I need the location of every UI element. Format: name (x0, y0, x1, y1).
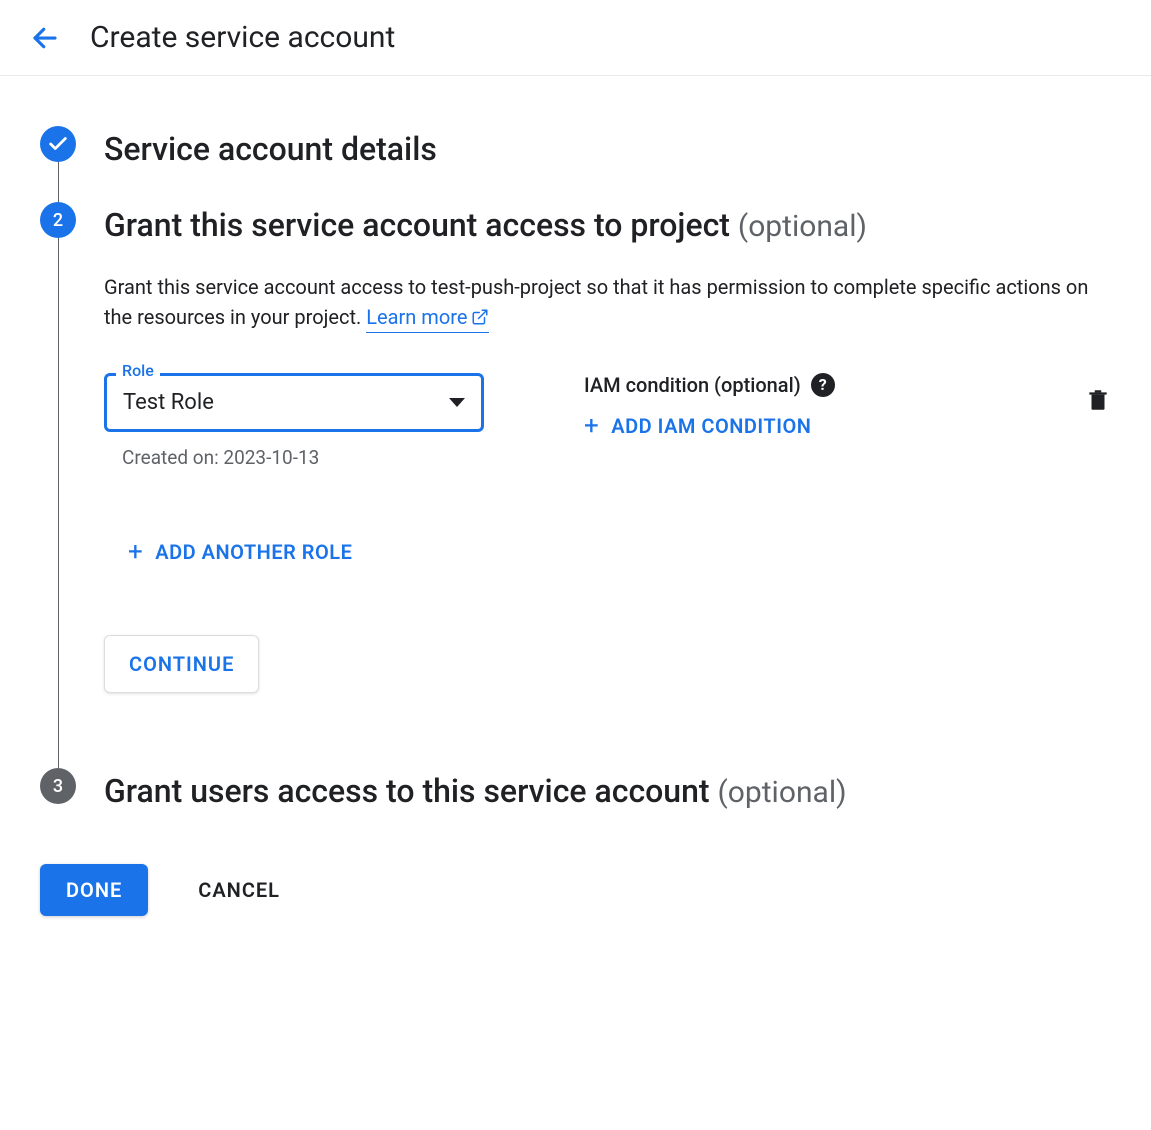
step-3-title-text: Grant users access to this service accou… (104, 772, 718, 810)
step-1-indicator (40, 126, 76, 202)
trash-icon (1085, 387, 1111, 413)
check-icon (47, 133, 69, 155)
step-2-content: Grant this service account access to pro… (104, 202, 1111, 733)
continue-button[interactable]: CONTINUE (104, 635, 259, 693)
footer-buttons: DONE CANCEL (40, 864, 1111, 916)
help-icon[interactable]: ? (811, 373, 835, 397)
role-row: Role Test Role Created on: 2023-10-13 IA… (104, 373, 1111, 469)
back-arrow-icon[interactable] (30, 23, 60, 53)
dropdown-arrow-icon (449, 398, 465, 407)
delete-role-button[interactable] (1085, 387, 1111, 417)
role-select-wrap: Role Test Role (104, 373, 484, 432)
role-column: Role Test Role Created on: 2023-10-13 (104, 373, 484, 469)
cancel-label: CANCEL (198, 878, 280, 902)
step-1-circle (40, 126, 76, 162)
role-hint: Created on: 2023-10-13 (122, 446, 484, 469)
page-header: Create service account (0, 0, 1151, 76)
add-another-role-button[interactable]: + ADD ANOTHER ROLE (128, 539, 1111, 565)
done-button[interactable]: DONE (40, 864, 148, 916)
step-2-row: 2 Grant this service account access to p… (40, 202, 1111, 768)
plus-icon: + (128, 539, 143, 565)
external-link-icon (471, 308, 489, 326)
step-2-number: 2 (53, 210, 63, 231)
step-2-subtitle: (optional) (738, 209, 867, 244)
step-2-description: Grant this service account access to tes… (104, 272, 1111, 333)
step-3-row: 3 Grant users access to this service acc… (40, 768, 1111, 814)
step-2-indicator: 2 (40, 202, 76, 768)
continue-label: CONTINUE (129, 652, 234, 676)
step-3-circle: 3 (40, 768, 76, 804)
step-3-number: 3 (53, 776, 63, 797)
learn-more-text: Learn more (366, 302, 467, 332)
step-1-title: Service account details (104, 128, 1111, 171)
step-3-title: Grant users access to this service accou… (104, 770, 1111, 814)
add-role-label: ADD ANOTHER ROLE (155, 540, 352, 564)
iam-condition-header: IAM condition (optional) ? (584, 373, 985, 397)
iam-header-text: IAM condition (optional) (584, 373, 801, 397)
step-2-title-text: Grant this service account access to pro… (104, 206, 730, 244)
step-3-indicator: 3 (40, 768, 76, 804)
wizard-content: Service account details 2 Grant this ser… (0, 76, 1151, 956)
step-connector (58, 162, 59, 202)
add-iam-condition-button[interactable]: + ADD IAM CONDITION (584, 413, 985, 439)
role-value: Test Role (123, 390, 214, 415)
plus-icon: + (584, 413, 599, 439)
page-title: Create service account (90, 20, 395, 55)
step-1-content: Service account details (104, 126, 1111, 171)
step-2-circle: 2 (40, 202, 76, 238)
role-field-label: Role (116, 361, 160, 380)
iam-column: IAM condition (optional) ? + ADD IAM CON… (584, 373, 985, 439)
step-2-desc-text: Grant this service account access to tes… (104, 275, 1088, 329)
step-2-title: Grant this service account access to pro… (104, 204, 1111, 248)
done-label: DONE (66, 878, 122, 902)
step-3-subtitle: (optional) (718, 775, 847, 810)
learn-more-link[interactable]: Learn more (366, 302, 489, 333)
role-select[interactable]: Test Role (104, 373, 484, 432)
cancel-button[interactable]: CANCEL (198, 878, 280, 902)
step-3-content: Grant users access to this service accou… (104, 768, 1111, 814)
step-connector (58, 238, 59, 768)
add-iam-label: ADD IAM CONDITION (611, 414, 811, 438)
step-1-row: Service account details (40, 126, 1111, 202)
